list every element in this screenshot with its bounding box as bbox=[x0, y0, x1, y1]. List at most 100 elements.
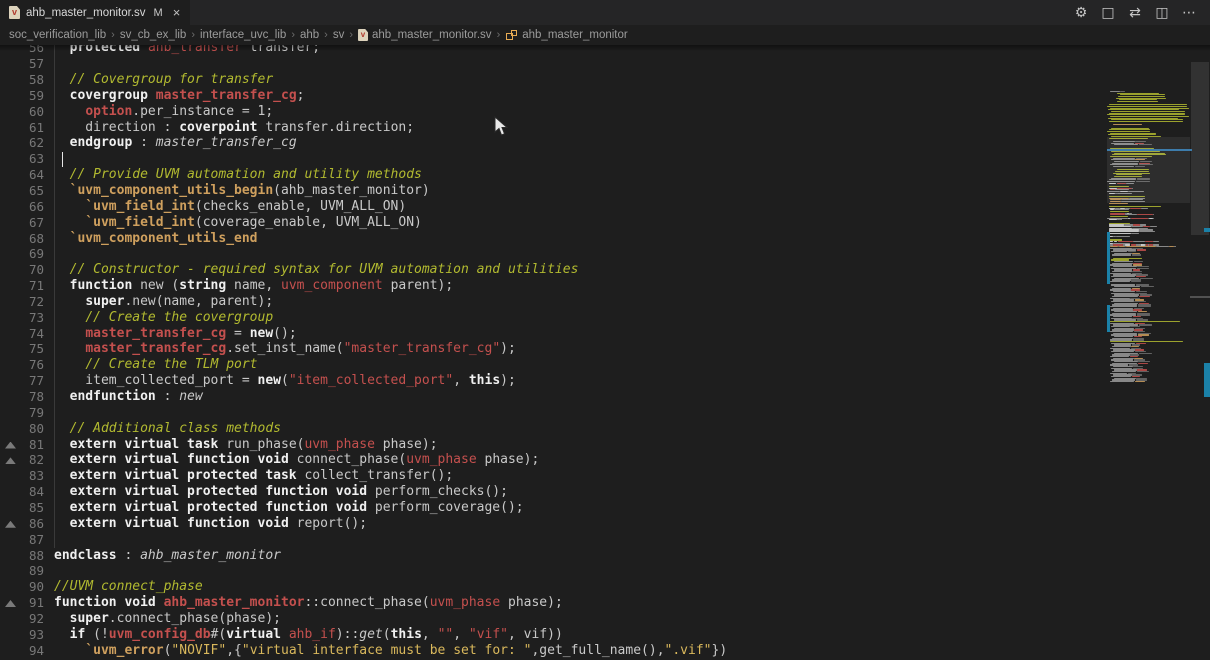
line-number[interactable]: 65 bbox=[0, 183, 44, 199]
scrollbar-slider[interactable] bbox=[1191, 62, 1209, 235]
code-line-81[interactable]: extern virtual task run_phase(uvm_phase … bbox=[54, 437, 438, 453]
minimap[interactable] bbox=[1107, 91, 1190, 391]
line-number[interactable]: 62 bbox=[0, 135, 44, 151]
code-line-76[interactable]: // Create the TLM port bbox=[54, 357, 258, 373]
breadcrumb-label: ahb_master_monitor.sv bbox=[372, 29, 492, 41]
code-line-64[interactable]: // Provide UVM automation and utility me… bbox=[54, 167, 422, 183]
line-number[interactable]: 76 bbox=[0, 357, 44, 373]
code-line-61[interactable]: direction : coverpoint transfer.directio… bbox=[54, 120, 414, 136]
line-number[interactable]: 73 bbox=[0, 310, 44, 326]
code-line-86[interactable]: extern virtual function void report(); bbox=[54, 516, 367, 532]
tab-ahb-master-monitor[interactable]: v ahb_master_monitor.sv M × bbox=[0, 0, 190, 25]
code-line-84[interactable]: extern virtual protected function void p… bbox=[54, 484, 508, 500]
line-number[interactable]: 79 bbox=[0, 405, 44, 421]
line-number[interactable]: 69 bbox=[0, 246, 44, 262]
line-number[interactable]: 75 bbox=[0, 341, 44, 357]
more-actions-icon[interactable]: ⋯ bbox=[1180, 5, 1198, 21]
code-line-91[interactable]: function void ahb_master_monitor::connec… bbox=[54, 595, 563, 611]
split-editor-icon[interactable]: ◫ bbox=[1153, 5, 1171, 21]
line-number[interactable]: 61 bbox=[0, 120, 44, 136]
code-line-83[interactable]: extern virtual protected task collect_tr… bbox=[54, 468, 453, 484]
line-number[interactable]: 78 bbox=[0, 389, 44, 405]
line-number[interactable]: 63 bbox=[0, 151, 44, 167]
overview-ruler-mark bbox=[1204, 228, 1210, 232]
line-number[interactable]: 60 bbox=[0, 104, 44, 120]
line-number[interactable]: 87 bbox=[0, 532, 44, 548]
line-number[interactable]: 91 bbox=[0, 595, 44, 611]
close-icon[interactable]: × bbox=[173, 5, 181, 20]
code-line-93[interactable]: if (!uvm_config_db#(virtual ahb_if)::get… bbox=[54, 627, 563, 643]
breadcrumb-separator-icon: › bbox=[291, 29, 295, 41]
line-number[interactable]: 93 bbox=[0, 627, 44, 643]
breadcrumb-item-ahb_master_monitor[interactable]: ahb_master_monitor bbox=[505, 29, 627, 42]
line-number[interactable]: 70 bbox=[0, 262, 44, 278]
line-number[interactable]: 82 bbox=[0, 452, 44, 468]
open-changes-icon[interactable]: ⇄ bbox=[1126, 5, 1144, 21]
line-number[interactable]: 72 bbox=[0, 294, 44, 310]
line-number[interactable]: 71 bbox=[0, 278, 44, 294]
breadcrumb-item-sv[interactable]: sv bbox=[333, 29, 345, 41]
breadcrumb-label: soc_verification_lib bbox=[9, 29, 106, 41]
breadcrumb-separator-icon: › bbox=[111, 29, 115, 41]
code-line-88[interactable]: endclass : ahb_master_monitor bbox=[54, 548, 281, 564]
code-line-60[interactable]: option.per_instance = 1; bbox=[54, 104, 273, 120]
line-number[interactable]: 66 bbox=[0, 199, 44, 215]
line-number[interactable]: 80 bbox=[0, 421, 44, 437]
git-modified-badge: M bbox=[154, 7, 163, 19]
line-number[interactable]: 92 bbox=[0, 611, 44, 627]
code-line-71[interactable]: function new (string name, uvm_component… bbox=[54, 278, 453, 294]
breadcrumb-label: ahb bbox=[300, 29, 319, 41]
code-line-65[interactable]: `uvm_component_utils_begin(ahb_master_mo… bbox=[54, 183, 430, 199]
code-line-80[interactable]: // Additional class methods bbox=[54, 421, 281, 437]
line-number[interactable]: 86 bbox=[0, 516, 44, 532]
minimap-modified-marker bbox=[1107, 305, 1110, 332]
code-editor[interactable]: 5657585960616263646566676869707172737475… bbox=[0, 45, 1210, 660]
line-number[interactable]: 57 bbox=[0, 56, 44, 72]
code-line-92[interactable]: super.connect_phase(phase); bbox=[54, 611, 281, 627]
line-number[interactable]: 67 bbox=[0, 215, 44, 231]
line-number[interactable]: 81 bbox=[0, 437, 44, 453]
code-line-85[interactable]: extern virtual protected function void p… bbox=[54, 500, 524, 516]
breadcrumb-item-soc_verification_lib[interactable]: soc_verification_lib bbox=[9, 29, 106, 41]
code-line-58[interactable]: // Covergroup for transfer bbox=[54, 72, 273, 88]
code-line-78[interactable]: endfunction : new bbox=[54, 389, 203, 405]
overview-ruler-mark bbox=[1190, 296, 1210, 298]
code-line-70[interactable]: // Constructor - required syntax for UVM… bbox=[54, 262, 578, 278]
code-line-59[interactable]: covergroup master_transfer_cg; bbox=[54, 88, 304, 104]
code-line-77[interactable]: item_collected_port = new("item_collecte… bbox=[54, 373, 516, 389]
breadcrumb-item-interface_uvc_lib[interactable]: interface_uvc_lib bbox=[200, 29, 286, 41]
line-number[interactable]: 64 bbox=[0, 167, 44, 183]
line-number[interactable]: 58 bbox=[0, 72, 44, 88]
line-number[interactable]: 89 bbox=[0, 563, 44, 579]
line-number[interactable]: 56 bbox=[0, 45, 44, 56]
breadcrumb-item-ahb[interactable]: ahb bbox=[300, 29, 319, 41]
line-number[interactable]: 68 bbox=[0, 231, 44, 247]
code-line-56[interactable]: protected ahb_transfer transfer; bbox=[54, 45, 320, 56]
code-line-62[interactable]: endgroup : master_transfer_cg bbox=[54, 135, 297, 151]
breadcrumb-item-sv_cb_ex_lib[interactable]: sv_cb_ex_lib bbox=[120, 29, 186, 41]
line-number[interactable]: 84 bbox=[0, 484, 44, 500]
code-line-94[interactable]: `uvm_error("NOVIF",{"virtual interface m… bbox=[54, 643, 727, 659]
code-line-67[interactable]: `uvm_field_int(coverage_enable, UVM_ALL_… bbox=[54, 215, 422, 231]
line-number[interactable]: 90 bbox=[0, 579, 44, 595]
code-line-72[interactable]: super.new(name, parent); bbox=[54, 294, 273, 310]
code-line-73[interactable]: // Create the covergroup bbox=[54, 310, 273, 326]
line-number[interactable]: 59 bbox=[0, 88, 44, 104]
line-number[interactable]: 77 bbox=[0, 373, 44, 389]
breadcrumb-item-ahb_master_monitor.sv[interactable]: vahb_master_monitor.sv bbox=[358, 29, 492, 41]
layout-icon[interactable]: □ bbox=[1099, 5, 1117, 21]
minimap-viewport-slider[interactable] bbox=[1107, 137, 1190, 203]
line-number[interactable]: 94 bbox=[0, 643, 44, 659]
line-number[interactable]: 83 bbox=[0, 468, 44, 484]
code-line-75[interactable]: master_transfer_cg.set_inst_name("master… bbox=[54, 341, 516, 357]
line-number[interactable]: 85 bbox=[0, 500, 44, 516]
code-line-66[interactable]: `uvm_field_int(checks_enable, UVM_ALL_ON… bbox=[54, 199, 406, 215]
line-number[interactable]: 74 bbox=[0, 326, 44, 342]
code-line-74[interactable]: master_transfer_cg = new(); bbox=[54, 326, 297, 342]
tab-bar: v ahb_master_monitor.sv M × ⚙ □ ⇄ ◫ ⋯ bbox=[0, 0, 1210, 25]
settings-gear-icon[interactable]: ⚙ bbox=[1072, 5, 1090, 21]
line-number[interactable]: 88 bbox=[0, 548, 44, 564]
code-line-90[interactable]: //UVM connect_phase bbox=[54, 579, 203, 595]
code-line-68[interactable]: `uvm_component_utils_end bbox=[54, 231, 258, 247]
code-line-82[interactable]: extern virtual function void connect_pha… bbox=[54, 452, 539, 468]
